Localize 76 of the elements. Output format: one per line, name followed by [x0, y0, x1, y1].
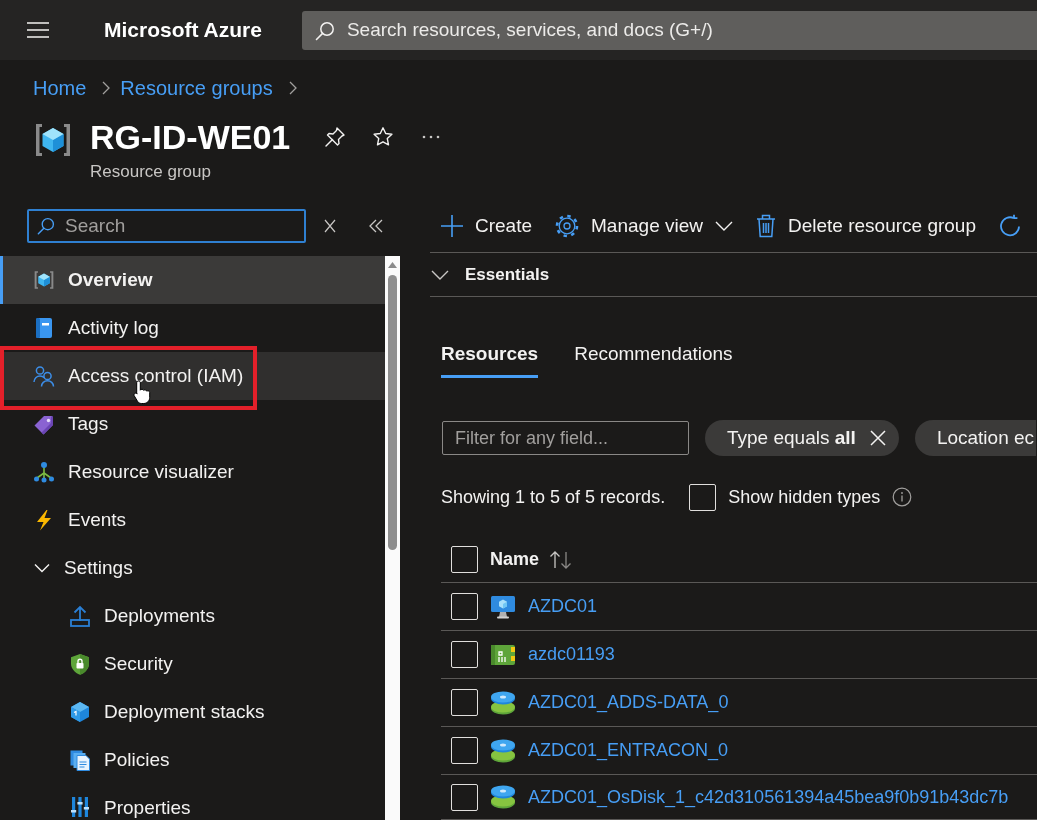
- gear-icon: [555, 214, 580, 238]
- records-summary: Showing 1 to 5 of 5 records.: [441, 485, 666, 509]
- brand-link[interactable]: Microsoft Azure: [104, 16, 262, 44]
- resource-link[interactable]: AZDC01: [528, 595, 598, 618]
- upload-icon: [69, 605, 91, 627]
- refresh-icon[interactable]: [999, 214, 1021, 238]
- disk-icon: [490, 689, 516, 716]
- trash-icon: [756, 214, 776, 238]
- shield-icon: [69, 653, 91, 675]
- checkbox[interactable]: [689, 483, 717, 511]
- pin-icon[interactable]: [324, 126, 347, 148]
- filter-pill[interactable]: Location ec: [914, 420, 1037, 456]
- breadcrumb-link[interactable]: Home: [33, 75, 87, 101]
- checkbox[interactable]: [451, 546, 478, 573]
- documents-icon: [69, 749, 91, 771]
- toolbar-button[interactable]: Create: [441, 214, 533, 238]
- sidebar-item[interactable]: Tags: [0, 400, 385, 448]
- close-icon[interactable]: [324, 219, 336, 233]
- sort-icon: [549, 549, 574, 570]
- resource-link[interactable]: azdc01193: [528, 643, 615, 666]
- scroll-up-arrow-icon[interactable]: [388, 262, 397, 268]
- sidebar-item[interactable]: Events: [0, 496, 385, 544]
- checkbox[interactable]: [451, 737, 478, 764]
- tag-icon: [33, 413, 55, 435]
- resource-group-icon: [33, 269, 55, 291]
- filter-pill[interactable]: Type equals all: [705, 420, 899, 456]
- info-icon: [892, 487, 913, 507]
- page-title: RG-ID-WE01: [90, 117, 291, 157]
- cube-icon: [69, 701, 91, 723]
- sidebar-item[interactable]: Overview: [0, 256, 385, 304]
- page-subtitle: Resource group: [90, 161, 212, 183]
- sidebar-item[interactable]: Resource visualizer: [0, 448, 385, 496]
- resource-link[interactable]: AZDC01_ADDS-DATA_0: [528, 691, 729, 714]
- checkbox[interactable]: [451, 783, 478, 811]
- toolbar-button[interactable]: Manage view: [555, 214, 733, 238]
- sidebar-item[interactable]: Properties: [0, 784, 385, 820]
- toolbar-button[interactable]: Delete resource group: [756, 214, 976, 238]
- sidebar-item[interactable]: Security: [0, 640, 385, 688]
- disk-icon: [490, 737, 516, 764]
- scrollbar-thumb[interactable]: [388, 275, 397, 550]
- resource-link[interactable]: AZDC01_OsDisk_1_c42d310561394a45bea9f0b91b43dc7b: [528, 785, 1009, 809]
- search-icon: [37, 217, 55, 235]
- checkbox[interactable]: [451, 689, 478, 716]
- checkbox-label: Show hidden types: [728, 485, 881, 509]
- caret-icon: [715, 221, 733, 231]
- sidebar-item[interactable]: Deployment stacks: [0, 688, 385, 736]
- checkbox[interactable]: [451, 641, 478, 668]
- sidebar-item[interactable]: Settings: [0, 544, 385, 592]
- sidebar-item[interactable]: Deployments: [0, 592, 385, 640]
- checkbox[interactable]: [451, 593, 478, 620]
- more-icon[interactable]: [422, 135, 441, 139]
- search-field[interactable]: Search resources, services, and docs (G+/): [301, 10, 1037, 50]
- star-icon[interactable]: [372, 126, 395, 148]
- column-header[interactable]: Name: [490, 548, 574, 571]
- double-chevron-left-icon[interactable]: [368, 219, 384, 233]
- essentials-toggle[interactable]: Essentials: [430, 263, 550, 286]
- plus-icon: [441, 215, 463, 237]
- search-icon: [314, 20, 335, 41]
- tab[interactable]: Recommendations: [574, 343, 733, 378]
- filter-field[interactable]: Filter for any field...: [442, 421, 689, 455]
- menu-icon[interactable]: [27, 22, 49, 38]
- sliders-icon: [69, 796, 91, 818]
- book-icon: [33, 317, 55, 339]
- sidebar-item[interactable]: Activity log: [0, 304, 385, 352]
- chevron-right-icon: [288, 81, 297, 95]
- resource-link[interactable]: AZDC01_ENTRACON_0: [528, 739, 729, 762]
- monitor-icon: [490, 593, 516, 620]
- sidebar-item[interactable]: Policies: [0, 736, 385, 784]
- tab[interactable]: Resources: [441, 343, 539, 378]
- breadcrumb-link[interactable]: Resource groups: [120, 75, 273, 101]
- chevron-down-icon: [431, 269, 449, 280]
- people-icon: [33, 365, 55, 387]
- disk-icon: [490, 784, 516, 810]
- chevron-right-icon: [102, 81, 111, 95]
- hierarchy-icon: [33, 461, 55, 483]
- menu-search-field[interactable]: Search: [27, 209, 306, 243]
